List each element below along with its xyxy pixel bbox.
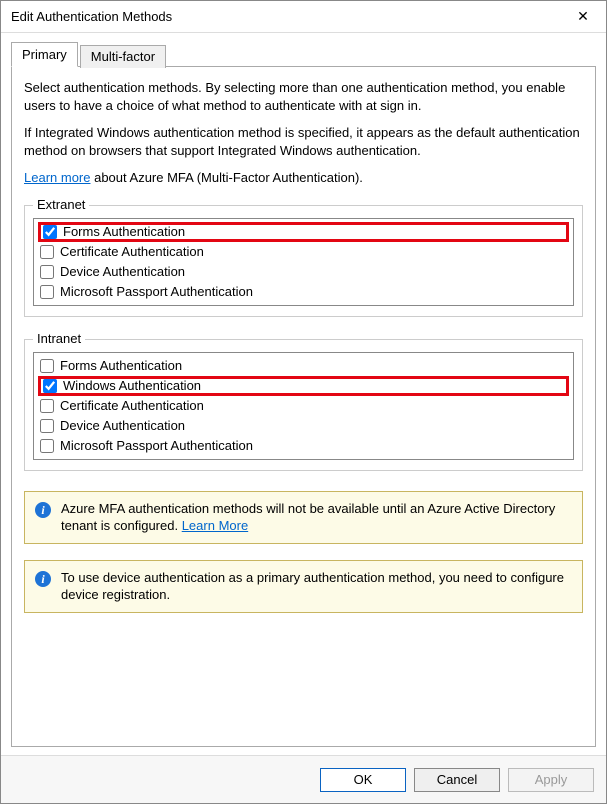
intranet-item[interactable]: Forms Authentication (38, 356, 569, 376)
extranet-label: Device Authentication (60, 264, 185, 279)
tab-primary-label: Primary (22, 47, 67, 62)
intranet-checkbox[interactable] (40, 419, 54, 433)
apply-button[interactable]: Apply (508, 768, 594, 792)
intro-paragraph-1: Select authentication methods. By select… (24, 79, 583, 114)
extranet-item[interactable]: Microsoft Passport Authentication (38, 282, 569, 302)
info-icon: i (35, 502, 51, 518)
extranet-label: Microsoft Passport Authentication (60, 284, 253, 299)
intranet-label: Microsoft Passport Authentication (60, 438, 253, 453)
extranet-label: Forms Authentication (63, 224, 185, 239)
intranet-listbox: Forms Authentication Windows Authenticati… (33, 352, 574, 460)
intranet-item[interactable]: Windows Authentication (38, 376, 569, 396)
info-icon: i (35, 571, 51, 587)
info-device: i To use device authentication as a prim… (24, 560, 583, 613)
cancel-label: Cancel (437, 772, 477, 787)
learn-more-link[interactable]: Learn more (24, 170, 90, 185)
cancel-button[interactable]: Cancel (414, 768, 500, 792)
intranet-item[interactable]: Microsoft Passport Authentication (38, 436, 569, 456)
learn-more-tail: about Azure MFA (Multi-Factor Authentica… (90, 170, 362, 185)
intranet-checkbox[interactable] (40, 359, 54, 373)
window-title: Edit Authentication Methods (11, 9, 172, 24)
info-mfa-text: Azure MFA authentication methods will no… (61, 500, 572, 535)
ok-button[interactable]: OK (320, 768, 406, 792)
ok-label: OK (354, 772, 373, 787)
dialog-body: Primary Multi-factor Select authenticati… (1, 33, 606, 755)
dialog-window: Edit Authentication Methods ✕ Primary Mu… (0, 0, 607, 804)
extranet-item[interactable]: Device Authentication (38, 262, 569, 282)
footer: OK Cancel Apply (1, 755, 606, 803)
intranet-label: Certificate Authentication (60, 398, 204, 413)
intranet-label: Device Authentication (60, 418, 185, 433)
extranet-listbox: Forms Authentication Certificate Authenti… (33, 218, 574, 306)
intranet-item[interactable]: Device Authentication (38, 416, 569, 436)
extranet-checkbox[interactable] (40, 245, 54, 259)
info-mfa-msg: Azure MFA authentication methods will no… (61, 501, 555, 534)
intranet-legend: Intranet (33, 331, 85, 346)
intranet-item[interactable]: Certificate Authentication (38, 396, 569, 416)
intranet-checkbox[interactable] (43, 379, 57, 393)
extranet-checkbox[interactable] (43, 225, 57, 239)
intranet-group: Intranet Forms AuthenticationWindows Aut… (24, 339, 583, 471)
extranet-item[interactable]: Forms Authentication (38, 222, 569, 242)
close-icon: ✕ (577, 8, 589, 25)
info-mfa: i Azure MFA authentication methods will … (24, 491, 583, 544)
extranet-label: Certificate Authentication (60, 244, 204, 259)
apply-label: Apply (535, 772, 568, 787)
extranet-group: Extranet Forms AuthenticationCertificate… (24, 205, 583, 317)
intro-learn-more-line: Learn more about Azure MFA (Multi-Factor… (24, 169, 583, 187)
intro-paragraph-2: If Integrated Windows authentication met… (24, 124, 583, 159)
tabpage-primary: Select authentication methods. By select… (11, 66, 596, 747)
info-device-text: To use device authentication as a primar… (61, 569, 572, 604)
tabstrip: Primary Multi-factor (11, 43, 596, 67)
tab-multifactor-label: Multi-factor (91, 49, 155, 64)
tab-primary[interactable]: Primary (11, 42, 78, 67)
extranet-checkbox[interactable] (40, 265, 54, 279)
extranet-item[interactable]: Certificate Authentication (38, 242, 569, 262)
extranet-legend: Extranet (33, 197, 89, 212)
tab-multifactor[interactable]: Multi-factor (80, 45, 166, 68)
intranet-checkbox[interactable] (40, 439, 54, 453)
titlebar: Edit Authentication Methods ✕ (1, 1, 606, 33)
intranet-checkbox[interactable] (40, 399, 54, 413)
info-mfa-link[interactable]: Learn More (182, 518, 248, 533)
intranet-label: Forms Authentication (60, 358, 182, 373)
extranet-checkbox[interactable] (40, 285, 54, 299)
intranet-label: Windows Authentication (63, 378, 201, 393)
close-button[interactable]: ✕ (560, 1, 606, 33)
spacer (24, 623, 583, 734)
